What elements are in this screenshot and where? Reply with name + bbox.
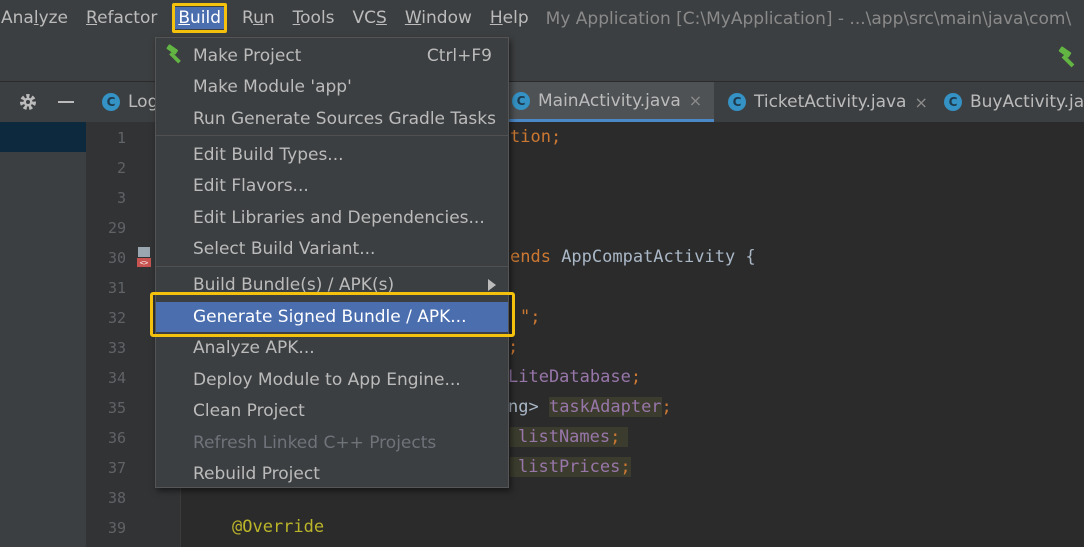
project-panel — [0, 122, 86, 547]
gear-icon[interactable] — [18, 92, 38, 116]
class-icon: C — [102, 93, 120, 111]
line-number: 32 — [107, 309, 126, 327]
menu-window[interactable]: Window — [396, 0, 481, 37]
tab-log[interactable]: C Log — [102, 82, 158, 122]
menu-item-make-module[interactable]: Make Module 'app' — [156, 72, 508, 102]
tab-ticket-activity[interactable]: C TicketActivity.java × — [728, 82, 928, 122]
tab-label: Log — [128, 92, 159, 112]
line-number: 1 — [116, 129, 126, 147]
menu-item-refresh-linked-cpp: Refresh Linked C++ Projects — [193, 433, 437, 453]
line-number: 29 — [107, 219, 126, 237]
tab-label: MainActivity.java — [538, 90, 681, 111]
menu-run[interactable]: Run — [233, 0, 284, 37]
close-icon[interactable]: × — [689, 91, 702, 110]
code-line-37: listPrices; — [510, 457, 631, 477]
code-line-1: tion; — [510, 127, 562, 147]
hammer-icon[interactable] — [1056, 45, 1080, 73]
menu-build[interactable]: Build — [166, 0, 233, 37]
code-line-30: ends AppCompatActivity { — [510, 247, 756, 267]
menu-item-make-project[interactable]: Make Project Ctrl+F9 — [156, 41, 508, 71]
tab-label: BuyActivity.java — [970, 92, 1084, 112]
close-icon[interactable]: × — [914, 93, 927, 112]
project-tree-selected-row[interactable] — [0, 122, 86, 152]
menu-item-rebuild-project[interactable]: Rebuild Project — [156, 459, 508, 489]
menu-item-select-build-variant[interactable]: Select Build Variant... — [156, 234, 508, 264]
class-icon: C — [944, 93, 962, 111]
line-number: 30 — [107, 249, 126, 267]
menu-separator — [156, 135, 508, 136]
tab-buy-activity[interactable]: C BuyActivity.java — [944, 82, 1084, 122]
line-number: 35 — [107, 399, 126, 417]
menu-item-analyze-apk[interactable]: Analyze APK... — [156, 333, 508, 363]
code-line-33: ; — [508, 337, 519, 357]
menu-separator — [156, 266, 508, 267]
submenu-arrow-icon — [488, 279, 496, 291]
class-icon: C — [728, 93, 746, 111]
class-icon: C — [512, 91, 530, 110]
minimize-icon[interactable] — [58, 101, 74, 103]
line-number: 3 — [116, 189, 126, 207]
menu-item-edit-build-types[interactable]: Edit Build Types... — [156, 140, 508, 170]
line-number: 2 — [116, 159, 126, 177]
menu-item-edit-libraries[interactable]: Edit Libraries and Dependencies... — [156, 203, 508, 233]
menu-item-build-bundle-apk[interactable]: Build Bundle(s) / APK(s) — [156, 270, 508, 300]
menu-item-deploy-module[interactable]: Deploy Module to App Engine... — [156, 365, 508, 395]
menu-tools[interactable]: Tools — [284, 0, 344, 37]
code-line-34: LiteDatabase; — [508, 367, 642, 387]
build-menu-dropdown: Make Project Ctrl+F9 Make Module 'app' R… — [155, 37, 509, 488]
code-line-32: "; — [520, 307, 541, 327]
code-line-39: @Override — [232, 517, 325, 537]
menu-help[interactable]: Help — [481, 0, 538, 37]
line-number: 37 — [107, 459, 126, 477]
line-number: 39 — [107, 519, 126, 537]
shortcut-label: Ctrl+F9 — [426, 46, 492, 66]
svg-text:<>: <> — [140, 259, 148, 267]
menu-item-edit-flavors[interactable]: Edit Flavors... — [156, 171, 508, 201]
menu-item-run-generate-sources[interactable]: Run Generate Sources Gradle Tasks — [156, 104, 508, 134]
menu-item-clean-project[interactable]: Clean Project — [156, 396, 508, 426]
tab-label: TicketActivity.java — [754, 92, 907, 112]
code-line-35: ng> taskAdapter; — [508, 397, 672, 417]
line-number: 34 — [107, 369, 126, 387]
menu-item-generate-signed-bundle[interactable]: Generate Signed Bundle / APK... — [156, 302, 508, 332]
project-tool-header — [0, 82, 88, 123]
menu-vcs[interactable]: VCS — [344, 0, 396, 37]
line-number: 31 — [107, 279, 126, 297]
override-marker-icon[interactable]: <> — [136, 245, 154, 269]
window-title: My Application [C:\MyApplication] - ...\… — [545, 8, 1072, 29]
menu-bar: Analyze Refactor Build Run Tools VCS Win… — [0, 0, 1084, 37]
tab-main-activity[interactable]: C MainActivity.java × — [502, 82, 714, 122]
line-number: 38 — [107, 489, 126, 507]
code-line-36: listNames; — [510, 427, 629, 447]
line-number: 33 — [107, 339, 126, 357]
menu-analyze[interactable]: Analyze — [0, 0, 77, 37]
menu-refactor[interactable]: Refactor — [77, 0, 166, 37]
line-number: 36 — [107, 429, 126, 447]
